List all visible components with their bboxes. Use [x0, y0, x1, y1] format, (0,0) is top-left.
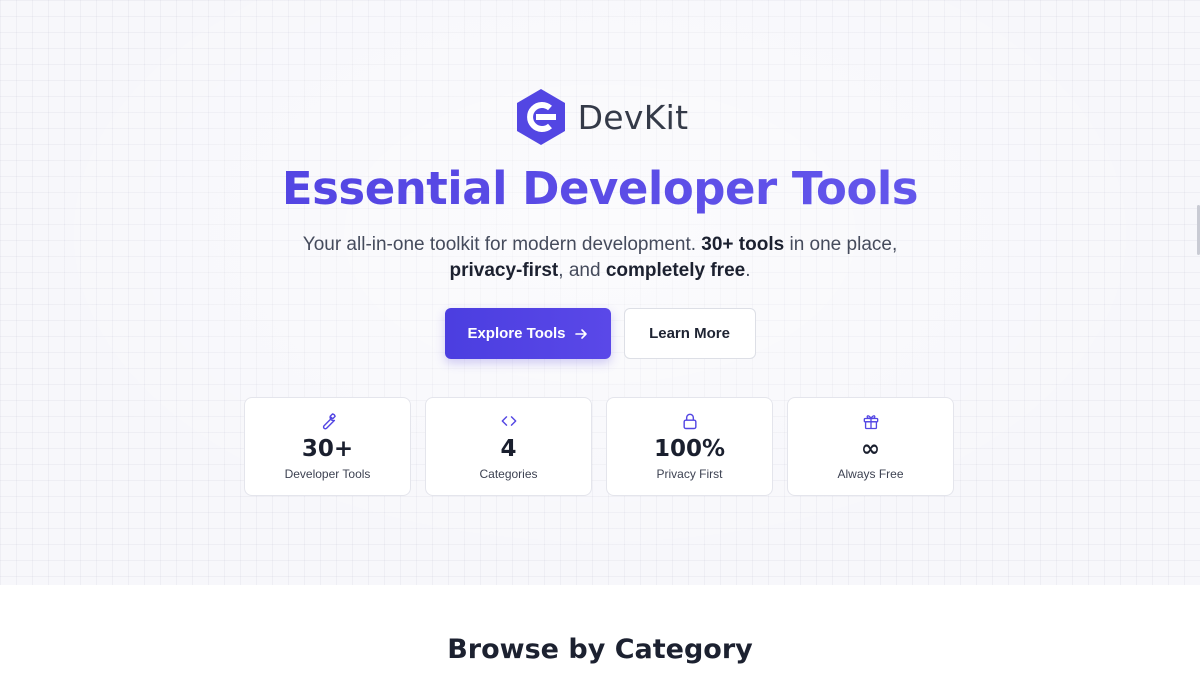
arrow-right-icon: [574, 328, 587, 339]
explore-tools-label: Explore Tools: [467, 325, 566, 342]
hero-subtitle: Your all-in-one toolkit for modern devel…: [302, 234, 898, 281]
stat-value: ∞: [860, 436, 881, 462]
stat-card-tools: 30+ Developer Tools: [244, 397, 411, 496]
lock-icon: [682, 413, 697, 430]
gift-icon: [863, 415, 878, 430]
stat-card-categories: 4 Categories: [425, 397, 592, 496]
hero-section: DevKit Essential Developer Tools Your al…: [0, 0, 1200, 585]
code-icon: [501, 416, 516, 426]
section-title-browse-by-category: Browse by Category: [447, 634, 753, 665]
page-title: Essential Developer Tools: [0, 162, 1200, 215]
brand-name: DevKit: [577, 97, 689, 137]
devkit-logo-icon: [516, 89, 565, 145]
stat-label: Always Free: [837, 467, 904, 481]
stat-value: 30+: [301, 436, 354, 462]
stat-label: Developer Tools: [284, 467, 371, 481]
stat-card-free: ∞ Always Free: [787, 397, 954, 496]
explore-tools-button[interactable]: Explore Tools: [444, 308, 611, 359]
stats-row: 30+ Developer Tools 4 Categories 100% Pr…: [244, 397, 954, 496]
hero-actions: Explore Tools Learn More: [0, 308, 1200, 359]
stat-value: 4: [500, 436, 517, 462]
wrench-icon: [322, 413, 336, 430]
stat-card-privacy: 100% Privacy First: [606, 397, 773, 496]
brand[interactable]: DevKit: [0, 88, 1200, 146]
stat-label: Categories: [479, 467, 538, 481]
learn-more-label: Learn More: [649, 325, 730, 342]
stat-value: 100%: [653, 436, 726, 462]
learn-more-button[interactable]: Learn More: [623, 308, 756, 359]
stat-label: Privacy First: [656, 467, 723, 481]
